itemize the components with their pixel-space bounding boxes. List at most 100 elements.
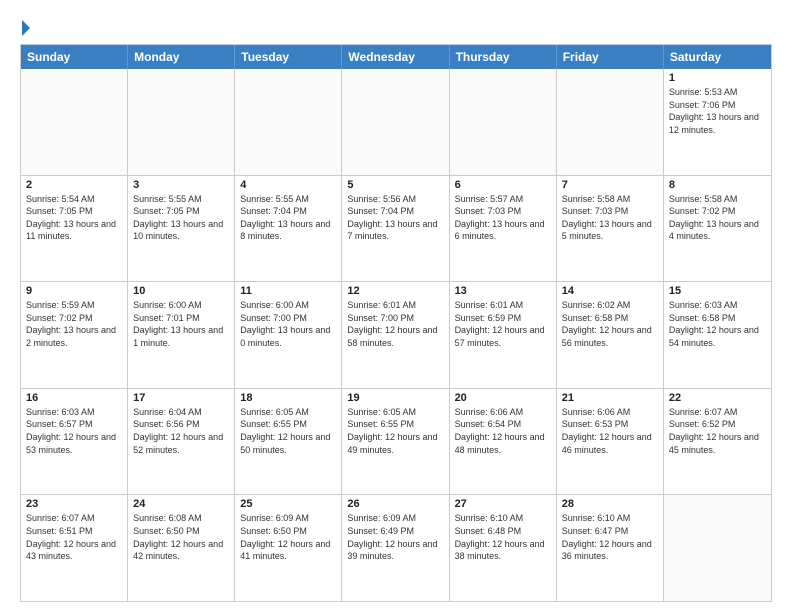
cell-info: Sunrise: 6:09 AMSunset: 6:49 PMDaylight:… bbox=[347, 512, 443, 562]
day-number: 13 bbox=[455, 285, 551, 297]
cell-info: Sunrise: 5:54 AMSunset: 7:05 PMDaylight:… bbox=[26, 193, 122, 243]
calendar-cell: 4 Sunrise: 5:55 AMSunset: 7:04 PMDaylight… bbox=[235, 176, 342, 282]
cell-info: Sunrise: 6:03 AMSunset: 6:57 PMDaylight:… bbox=[26, 406, 122, 456]
cell-info: Sunrise: 5:57 AMSunset: 7:03 PMDaylight:… bbox=[455, 193, 551, 243]
cell-info: Sunrise: 5:55 AMSunset: 7:05 PMDaylight:… bbox=[133, 193, 229, 243]
calendar-body: 1 Sunrise: 5:53 AMSunset: 7:06 PMDaylight… bbox=[21, 69, 771, 601]
cell-info: Sunrise: 5:58 AMSunset: 7:03 PMDaylight:… bbox=[562, 193, 658, 243]
header-day-saturday: Saturday bbox=[664, 45, 771, 69]
day-number: 21 bbox=[562, 392, 658, 404]
cell-info: Sunrise: 5:56 AMSunset: 7:04 PMDaylight:… bbox=[347, 193, 443, 243]
day-number: 1 bbox=[669, 72, 766, 84]
day-number: 9 bbox=[26, 285, 122, 297]
calendar: SundayMondayTuesdayWednesdayThursdayFrid… bbox=[20, 44, 772, 602]
calendar-cell: 13 Sunrise: 6:01 AMSunset: 6:59 PMDayligh… bbox=[450, 282, 557, 388]
day-number: 20 bbox=[455, 392, 551, 404]
calendar-cell: 2 Sunrise: 5:54 AMSunset: 7:05 PMDaylight… bbox=[21, 176, 128, 282]
calendar-cell: 26Sunrise: 6:09 AMSunset: 6:49 PMDayligh… bbox=[342, 495, 449, 601]
calendar-cell: 3Sunrise: 5:55 AMSunset: 7:05 PMDaylight… bbox=[128, 176, 235, 282]
header-day-tuesday: Tuesday bbox=[235, 45, 342, 69]
day-number: 11 bbox=[240, 285, 336, 297]
calendar-cell bbox=[342, 69, 449, 175]
cell-info: Sunrise: 6:04 AMSunset: 6:56 PMDaylight:… bbox=[133, 406, 229, 456]
calendar-cell bbox=[235, 69, 342, 175]
calendar-cell: 28Sunrise: 6:10 AMSunset: 6:47 PMDayligh… bbox=[557, 495, 664, 601]
calendar-cell: 8Sunrise: 5:58 AMSunset: 7:02 PMDaylight… bbox=[664, 176, 771, 282]
calendar-cell: 12 Sunrise: 6:01 AMSunset: 7:00 PMDayligh… bbox=[342, 282, 449, 388]
calendar-cell: 11 Sunrise: 6:00 AMSunset: 7:00 PMDayligh… bbox=[235, 282, 342, 388]
calendar-cell bbox=[557, 69, 664, 175]
calendar-cell: 14 Sunrise: 6:02 AMSunset: 6:58 PMDayligh… bbox=[557, 282, 664, 388]
calendar-cell: 24 Sunrise: 6:08 AMSunset: 6:50 PMDayligh… bbox=[128, 495, 235, 601]
header bbox=[20, 16, 772, 36]
calendar-cell bbox=[664, 495, 771, 601]
cell-info: Sunrise: 6:07 AMSunset: 6:52 PMDaylight:… bbox=[669, 406, 766, 456]
calendar-cell: 10 Sunrise: 6:00 AMSunset: 7:01 PMDayligh… bbox=[128, 282, 235, 388]
calendar-row-1: 2 Sunrise: 5:54 AMSunset: 7:05 PMDaylight… bbox=[21, 175, 771, 282]
cell-info: Sunrise: 5:59 AMSunset: 7:02 PMDaylight:… bbox=[26, 299, 122, 349]
day-number: 14 bbox=[562, 285, 658, 297]
day-number: 4 bbox=[240, 179, 336, 191]
day-number: 10 bbox=[133, 285, 229, 297]
day-number: 24 bbox=[133, 498, 229, 510]
calendar-cell: 19 Sunrise: 6:05 AMSunset: 6:55 PMDayligh… bbox=[342, 389, 449, 495]
logo bbox=[20, 20, 30, 36]
day-number: 19 bbox=[347, 392, 443, 404]
header-day-sunday: Sunday bbox=[21, 45, 128, 69]
cell-info: Sunrise: 6:06 AMSunset: 6:54 PMDaylight:… bbox=[455, 406, 551, 456]
calendar-cell: 9 Sunrise: 5:59 AMSunset: 7:02 PMDaylight… bbox=[21, 282, 128, 388]
day-number: 22 bbox=[669, 392, 766, 404]
day-number: 7 bbox=[562, 179, 658, 191]
header-day-thursday: Thursday bbox=[450, 45, 557, 69]
calendar-row-0: 1 Sunrise: 5:53 AMSunset: 7:06 PMDaylight… bbox=[21, 69, 771, 175]
calendar-cell bbox=[450, 69, 557, 175]
cell-info: Sunrise: 6:05 AMSunset: 6:55 PMDaylight:… bbox=[240, 406, 336, 456]
day-number: 15 bbox=[669, 285, 766, 297]
cell-info: Sunrise: 5:58 AMSunset: 7:02 PMDaylight:… bbox=[669, 193, 766, 243]
calendar-cell: 15Sunrise: 6:03 AMSunset: 6:58 PMDayligh… bbox=[664, 282, 771, 388]
calendar-cell: 5 Sunrise: 5:56 AMSunset: 7:04 PMDaylight… bbox=[342, 176, 449, 282]
calendar-cell bbox=[21, 69, 128, 175]
cell-info: Sunrise: 6:02 AMSunset: 6:58 PMDaylight:… bbox=[562, 299, 658, 349]
cell-info: Sunrise: 6:10 AMSunset: 6:48 PMDaylight:… bbox=[455, 512, 551, 562]
day-number: 18 bbox=[240, 392, 336, 404]
day-number: 28 bbox=[562, 498, 658, 510]
calendar-cell: 6 Sunrise: 5:57 AMSunset: 7:03 PMDaylight… bbox=[450, 176, 557, 282]
day-number: 5 bbox=[347, 179, 443, 191]
header-day-monday: Monday bbox=[128, 45, 235, 69]
calendar-cell: 22 Sunrise: 6:07 AMSunset: 6:52 PMDayligh… bbox=[664, 389, 771, 495]
calendar-cell: 27 Sunrise: 6:10 AMSunset: 6:48 PMDayligh… bbox=[450, 495, 557, 601]
cell-info: Sunrise: 6:09 AMSunset: 6:50 PMDaylight:… bbox=[240, 512, 336, 562]
day-number: 12 bbox=[347, 285, 443, 297]
cell-info: Sunrise: 6:01 AMSunset: 6:59 PMDaylight:… bbox=[455, 299, 551, 349]
calendar-cell: 7 Sunrise: 5:58 AMSunset: 7:03 PMDaylight… bbox=[557, 176, 664, 282]
cell-info: Sunrise: 6:06 AMSunset: 6:53 PMDaylight:… bbox=[562, 406, 658, 456]
cell-info: Sunrise: 6:01 AMSunset: 7:00 PMDaylight:… bbox=[347, 299, 443, 349]
day-number: 23 bbox=[26, 498, 122, 510]
page: SundayMondayTuesdayWednesdayThursdayFrid… bbox=[0, 0, 792, 612]
cell-info: Sunrise: 6:08 AMSunset: 6:50 PMDaylight:… bbox=[133, 512, 229, 562]
calendar-cell: 16 Sunrise: 6:03 AMSunset: 6:57 PMDayligh… bbox=[21, 389, 128, 495]
day-number: 2 bbox=[26, 179, 122, 191]
day-number: 16 bbox=[26, 392, 122, 404]
cell-info: Sunrise: 6:05 AMSunset: 6:55 PMDaylight:… bbox=[347, 406, 443, 456]
calendar-cell: 20 Sunrise: 6:06 AMSunset: 6:54 PMDayligh… bbox=[450, 389, 557, 495]
day-number: 6 bbox=[455, 179, 551, 191]
day-number: 17 bbox=[133, 392, 229, 404]
calendar-cell: 25 Sunrise: 6:09 AMSunset: 6:50 PMDayligh… bbox=[235, 495, 342, 601]
cell-info: Sunrise: 5:53 AMSunset: 7:06 PMDaylight:… bbox=[669, 86, 766, 136]
cell-info: Sunrise: 6:00 AMSunset: 7:01 PMDaylight:… bbox=[133, 299, 229, 349]
calendar-cell: 1 Sunrise: 5:53 AMSunset: 7:06 PMDaylight… bbox=[664, 69, 771, 175]
calendar-header: SundayMondayTuesdayWednesdayThursdayFrid… bbox=[21, 45, 771, 69]
calendar-cell bbox=[128, 69, 235, 175]
calendar-cell: 18 Sunrise: 6:05 AMSunset: 6:55 PMDayligh… bbox=[235, 389, 342, 495]
cell-info: Sunrise: 6:00 AMSunset: 7:00 PMDaylight:… bbox=[240, 299, 336, 349]
day-number: 27 bbox=[455, 498, 551, 510]
calendar-row-4: 23 Sunrise: 6:07 AMSunset: 6:51 PMDayligh… bbox=[21, 494, 771, 601]
day-number: 25 bbox=[240, 498, 336, 510]
cell-info: Sunrise: 6:07 AMSunset: 6:51 PMDaylight:… bbox=[26, 512, 122, 562]
calendar-cell: 17 Sunrise: 6:04 AMSunset: 6:56 PMDayligh… bbox=[128, 389, 235, 495]
header-day-friday: Friday bbox=[557, 45, 664, 69]
calendar-row-3: 16 Sunrise: 6:03 AMSunset: 6:57 PMDayligh… bbox=[21, 388, 771, 495]
cell-info: Sunrise: 5:55 AMSunset: 7:04 PMDaylight:… bbox=[240, 193, 336, 243]
